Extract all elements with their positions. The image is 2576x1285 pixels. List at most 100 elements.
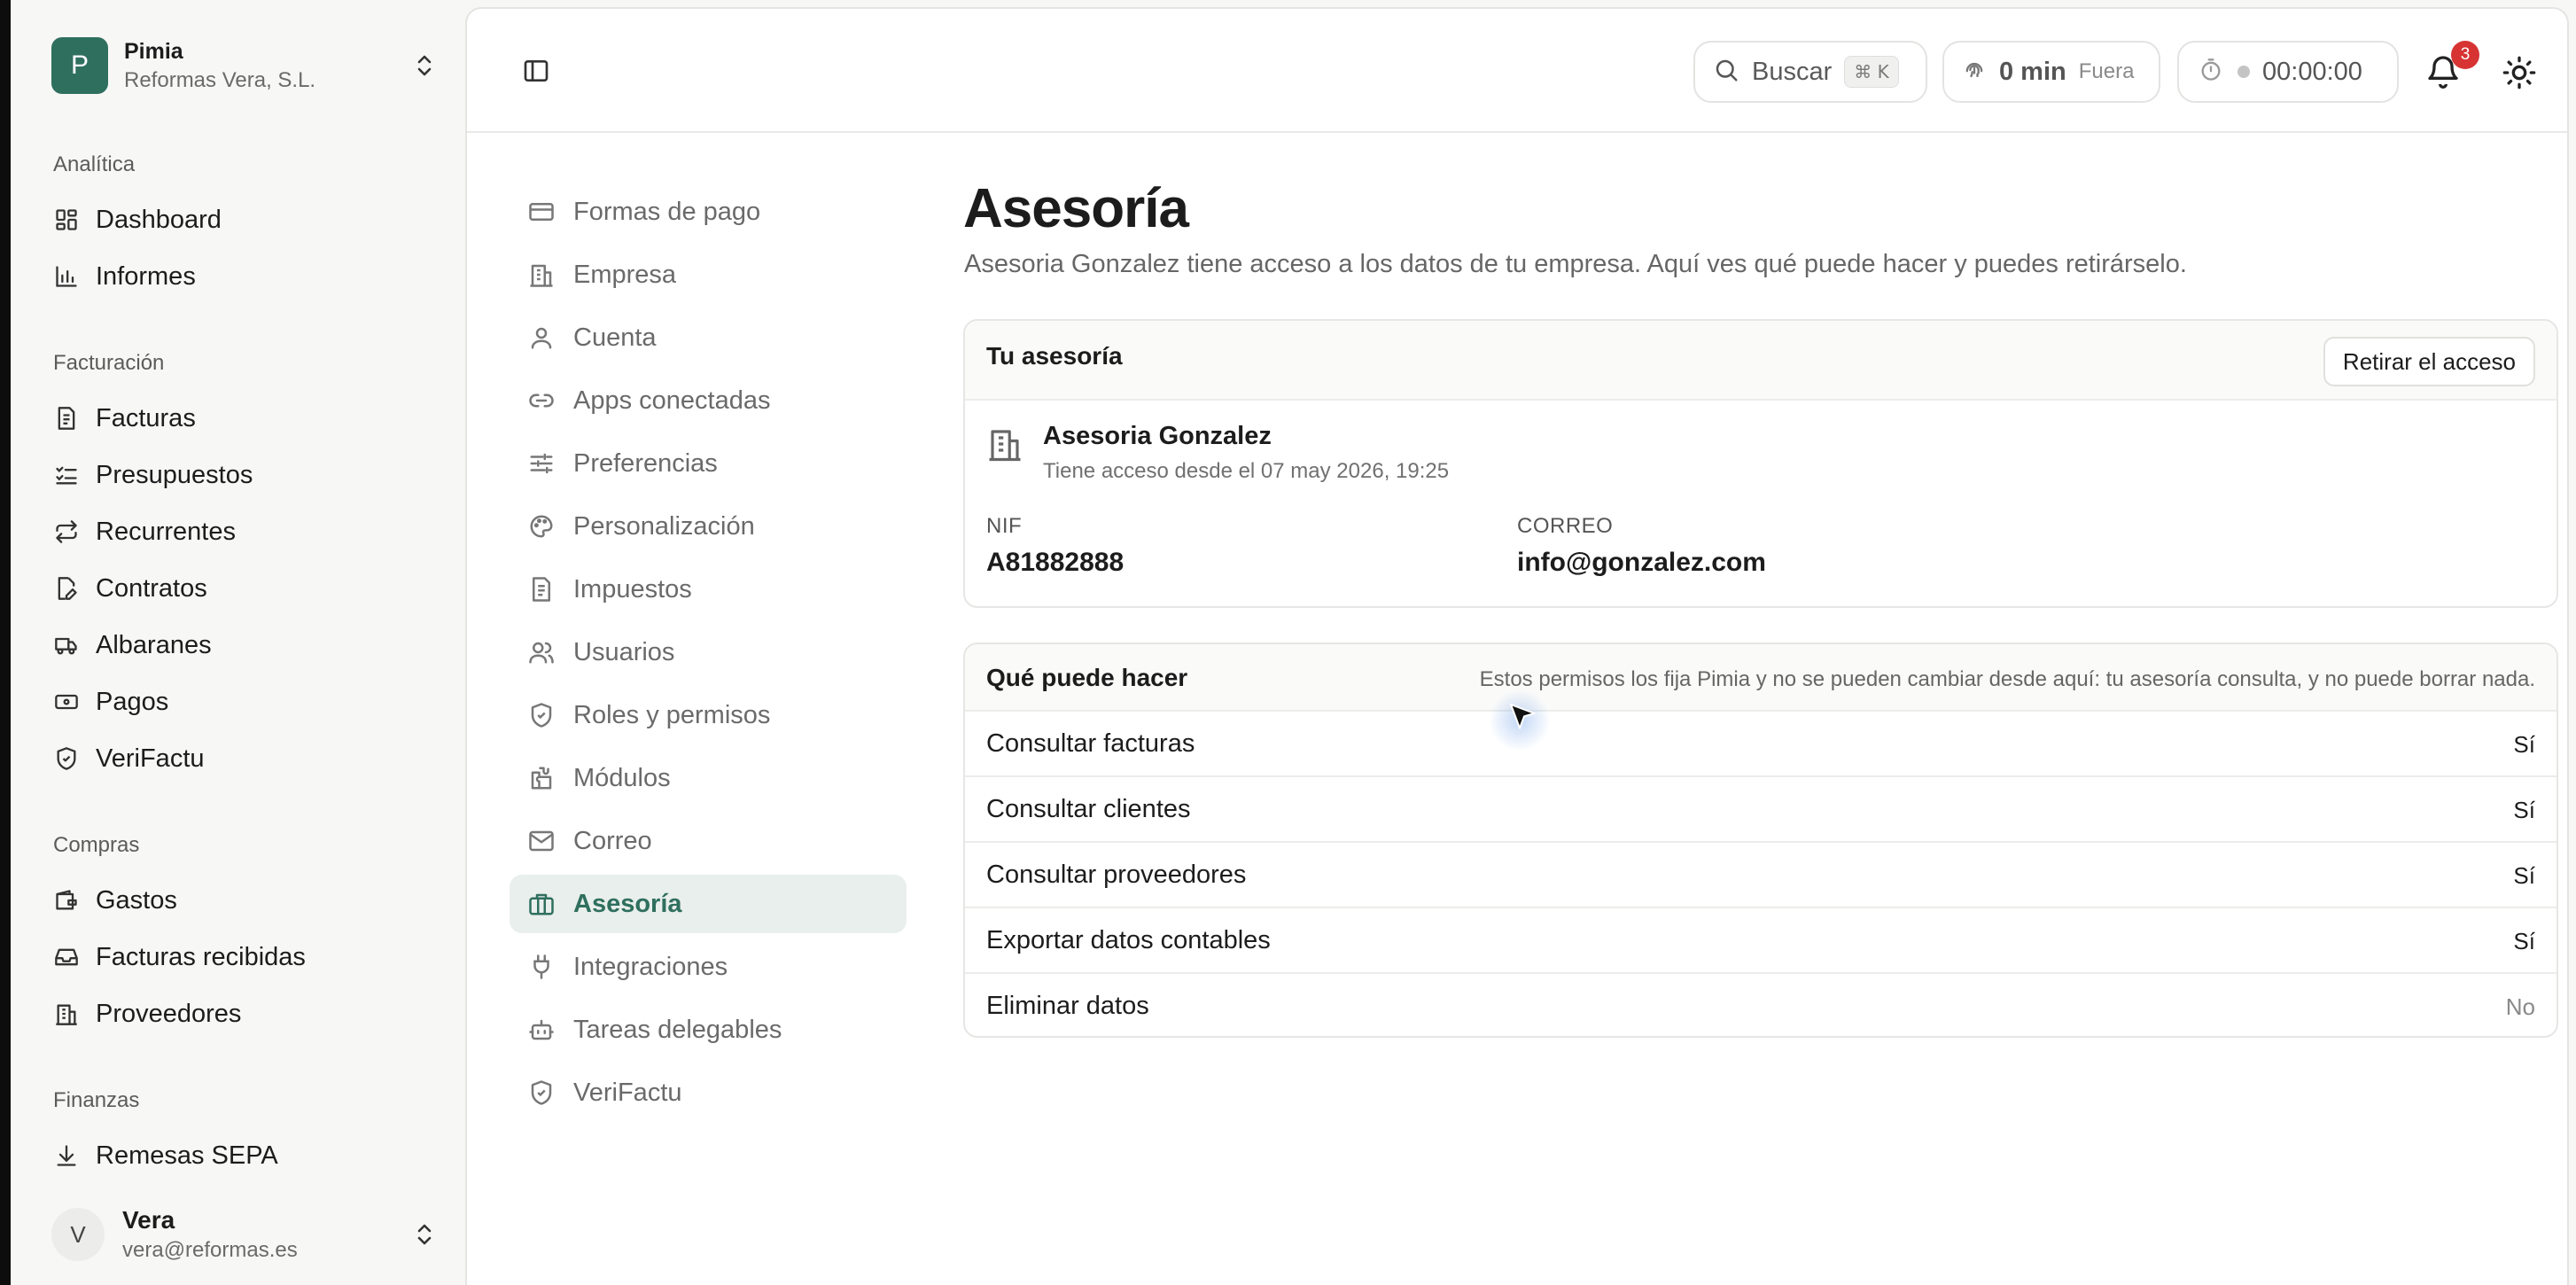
- settings-item-preferencias[interactable]: Preferencias: [510, 434, 907, 493]
- timer-status-dot: [2237, 66, 2250, 78]
- sidebar-item-label: Gastos: [96, 885, 177, 915]
- settings-item-label: Asesoría: [573, 889, 682, 918]
- timer-button[interactable]: 00:00:00: [2177, 41, 2399, 103]
- sidebar-item-remesas-sepa[interactable]: Remesas SEPA: [43, 1133, 447, 1179]
- briefcase-icon: [527, 890, 556, 918]
- settings-item-apps-conectadas[interactable]: Apps conectadas: [510, 371, 907, 430]
- email-label: CORREO: [1517, 514, 1614, 538]
- search-button[interactable]: Buscar ⌘ K: [1693, 41, 1927, 103]
- sidebar-item-recurrentes[interactable]: Recurrentes: [43, 509, 447, 555]
- settings-item-label: Usuarios: [573, 637, 675, 666]
- layout-grid-icon: [53, 206, 80, 233]
- sidebar-item-verifactu[interactable]: VeriFactu: [43, 736, 447, 782]
- sidebar-item-gastos[interactable]: Gastos: [43, 877, 447, 923]
- topbar: Buscar ⌘ K 0 min Fuera 00:00:00 3: [467, 9, 2567, 133]
- sidebar-item-facturas-recibidas[interactable]: Facturas recibidas: [43, 934, 447, 980]
- bot-icon: [527, 1016, 556, 1044]
- settings-item-roles-y-permisos[interactable]: Roles y permisos: [510, 686, 907, 744]
- link-icon: [527, 386, 556, 415]
- nif-label: NIF: [986, 514, 1023, 538]
- sidebar-item-facturas[interactable]: Facturas: [43, 395, 447, 441]
- search-label: Buscar: [1752, 57, 1833, 86]
- permission-row: Consultar facturas Sí: [965, 712, 2557, 777]
- settings-item-label: Cuenta: [573, 323, 657, 352]
- sidebar-item-presupuestos[interactable]: Presupuestos: [43, 452, 447, 498]
- settings-item-modulos[interactable]: Módulos: [510, 749, 907, 807]
- sidebar-toggle-icon[interactable]: [520, 55, 552, 87]
- advisor-card-title: Tu asesoría: [986, 342, 1123, 370]
- settings-item-formas-de-pago[interactable]: Formas de pago: [510, 183, 907, 241]
- permissions-note: Estos permisos los fija Pimia y no se pu…: [1479, 667, 2535, 691]
- stopwatch-icon: [2199, 58, 2223, 87]
- settings-item-usuarios[interactable]: Usuarios: [510, 623, 907, 681]
- search-shortcut: ⌘ K: [1844, 56, 1899, 88]
- permission-row: Eliminar datos No: [965, 974, 2557, 1036]
- revoke-access-button[interactable]: Retirar el acceso: [2323, 337, 2535, 386]
- settings-item-personalizacion[interactable]: Personalización: [510, 497, 907, 556]
- shield-check-icon: [527, 1079, 556, 1107]
- plug-icon: [527, 953, 556, 981]
- sun-icon[interactable]: [2502, 55, 2537, 90]
- puzzle-icon: [527, 764, 556, 792]
- time-tracking-button[interactable]: 0 min Fuera: [1942, 41, 2160, 103]
- sidebar-item-label: Facturas: [96, 403, 196, 432]
- settings-item-label: Formas de pago: [573, 197, 761, 226]
- sidebar-item-label: Pagos: [96, 687, 169, 716]
- chevrons-up-down-icon: [411, 52, 438, 79]
- page-description: Asesoria Gonzalez tiene acceso a los dat…: [964, 250, 2187, 278]
- building-icon: [527, 261, 556, 289]
- permission-value: No: [2505, 993, 2535, 1020]
- org-text: Pimia Reformas Vera, S.L.: [124, 39, 411, 93]
- sidebar-item-contratos[interactable]: Contratos: [43, 565, 447, 611]
- settings-item-cuenta[interactable]: Cuenta: [510, 308, 907, 367]
- sidebar-item-label: Presupuestos: [96, 460, 253, 489]
- shield-check-icon: [53, 745, 80, 772]
- user-text: Vera vera@reformas.es: [122, 1206, 411, 1263]
- sidebar-item-proveedores[interactable]: Proveedores: [43, 991, 447, 1037]
- building-icon: [53, 1001, 80, 1027]
- advisor-access-since: Tiene acceso desde el 07 may 2026, 19:25: [1043, 459, 1450, 483]
- section-title-analitica: Analítica: [53, 152, 136, 176]
- sidebar-item-dashboard[interactable]: Dashboard: [43, 197, 447, 243]
- org-switcher[interactable]: P Pimia Reformas Vera, S.L.: [51, 34, 438, 97]
- file-text-icon: [527, 575, 556, 604]
- search-icon: [1713, 57, 1739, 88]
- sidebar-item-albaranes[interactable]: Albaranes: [43, 622, 447, 668]
- user-name: Vera: [122, 1206, 175, 1234]
- sidebar-item-label: Recurrentes: [96, 517, 236, 546]
- notification-badge: 3: [2451, 41, 2479, 69]
- settings-item-tareas-delegables[interactable]: Tareas delegables: [510, 1001, 907, 1059]
- sidebar-item-label: Dashboard: [96, 205, 222, 234]
- file-pen-icon: [53, 575, 80, 602]
- sidebar-item-informes[interactable]: Informes: [43, 253, 447, 300]
- credit-card-icon: [527, 198, 556, 226]
- permission-name: Consultar proveedores: [986, 861, 1247, 889]
- section-title-finanzas: Finanzas: [53, 1088, 140, 1112]
- settings-item-correo[interactable]: Correo: [510, 812, 907, 870]
- sidebar-item-pagos[interactable]: Pagos: [43, 679, 447, 725]
- permissions-header: Qué puede hacer Estos permisos los fija …: [965, 644, 2557, 712]
- settings-item-label: Preferencias: [573, 448, 718, 478]
- permission-row: Consultar proveedores Sí: [965, 843, 2557, 908]
- settings-item-impuestos[interactable]: Impuestos: [510, 560, 907, 619]
- time-status: Fuera: [2078, 59, 2135, 83]
- settings-item-asesoria[interactable]: Asesoría: [510, 875, 907, 933]
- permissions-card: Qué puede hacer Estos permisos los fija …: [963, 642, 2558, 1038]
- time-value: 0 min: [1999, 57, 2066, 86]
- avatar: V: [51, 1208, 105, 1261]
- user-menu[interactable]: V Vera vera@reformas.es: [51, 1205, 438, 1264]
- org-name: Pimia: [124, 38, 183, 64]
- bar-chart-icon: [53, 263, 80, 290]
- settings-item-verifactu[interactable]: VeriFactu: [510, 1063, 907, 1122]
- settings-item-label: Personalización: [573, 511, 755, 541]
- nif-value: A81882888: [986, 548, 1125, 577]
- palette-icon: [527, 512, 556, 541]
- settings-item-integraciones[interactable]: Integraciones: [510, 938, 907, 996]
- user-email: vera@reformas.es: [122, 1238, 298, 1262]
- settings-item-label: Roles y permisos: [573, 700, 771, 729]
- settings-item-empresa[interactable]: Empresa: [510, 245, 907, 304]
- sidebar-item-label: Proveedores: [96, 999, 242, 1028]
- section-title-facturacion: Facturación: [53, 351, 165, 375]
- settings-item-label: Empresa: [573, 260, 677, 289]
- mouse-cursor-icon: [1506, 700, 1542, 736]
